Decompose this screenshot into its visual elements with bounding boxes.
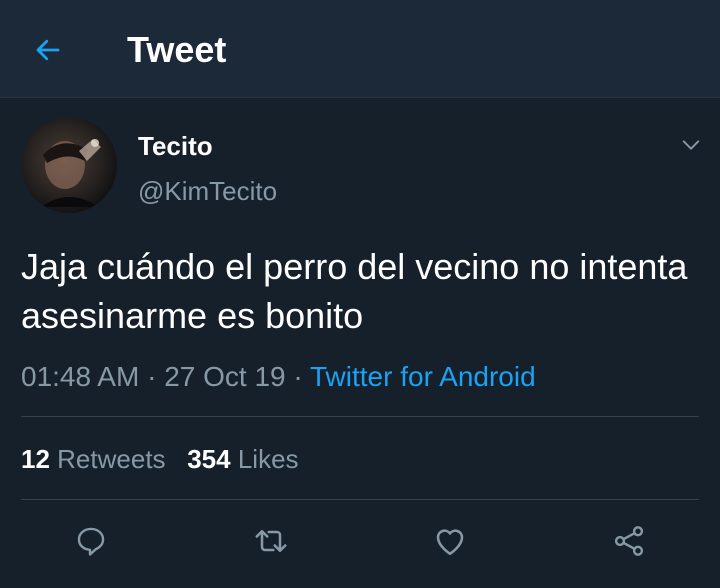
chevron-down-icon xyxy=(682,140,700,150)
tweet-stats: 12 Retweets 354 Likes xyxy=(21,443,299,475)
reply-button[interactable] xyxy=(71,521,111,561)
tweet-meta: 01:48 AM · 27 Oct 19 · Twitter for Andro… xyxy=(21,360,536,394)
top-app-bar: Tweet xyxy=(0,0,720,98)
divider xyxy=(21,499,699,500)
share-button[interactable] xyxy=(609,521,649,561)
author-handle[interactable]: @KimTecito xyxy=(138,176,277,206)
share-icon xyxy=(614,526,644,556)
arrow-left-icon xyxy=(36,39,60,61)
like-icon xyxy=(436,529,464,556)
retweet-button[interactable] xyxy=(251,521,291,561)
retweets-stat[interactable]: 12 Retweets xyxy=(21,444,166,474)
meta-separator: · xyxy=(139,361,165,392)
tweet-time: 01:48 AM xyxy=(21,361,140,392)
divider xyxy=(21,416,699,417)
author-display-name[interactable]: Tecito xyxy=(138,131,213,161)
retweets-label: Retweets xyxy=(57,444,166,474)
avatar[interactable] xyxy=(21,117,117,213)
back-button[interactable] xyxy=(24,26,72,74)
likes-stat[interactable]: 354 Likes xyxy=(187,444,298,474)
tweet-date: 27 Oct 19 xyxy=(164,361,286,392)
reply-icon xyxy=(77,527,105,556)
tweet-text: Jaja cuándo el perro del vecino no inten… xyxy=(21,246,688,336)
like-button[interactable] xyxy=(430,521,470,561)
page-title: Tweet xyxy=(127,29,227,70)
meta-separator: · xyxy=(285,361,310,392)
likes-label: Likes xyxy=(237,444,299,474)
tweet-source-link[interactable]: Twitter for Android xyxy=(310,361,536,392)
likes-count: 354 xyxy=(187,444,231,474)
tweet-options-button[interactable] xyxy=(676,130,706,160)
retweet-icon xyxy=(255,529,287,553)
retweets-count: 12 xyxy=(21,444,50,474)
